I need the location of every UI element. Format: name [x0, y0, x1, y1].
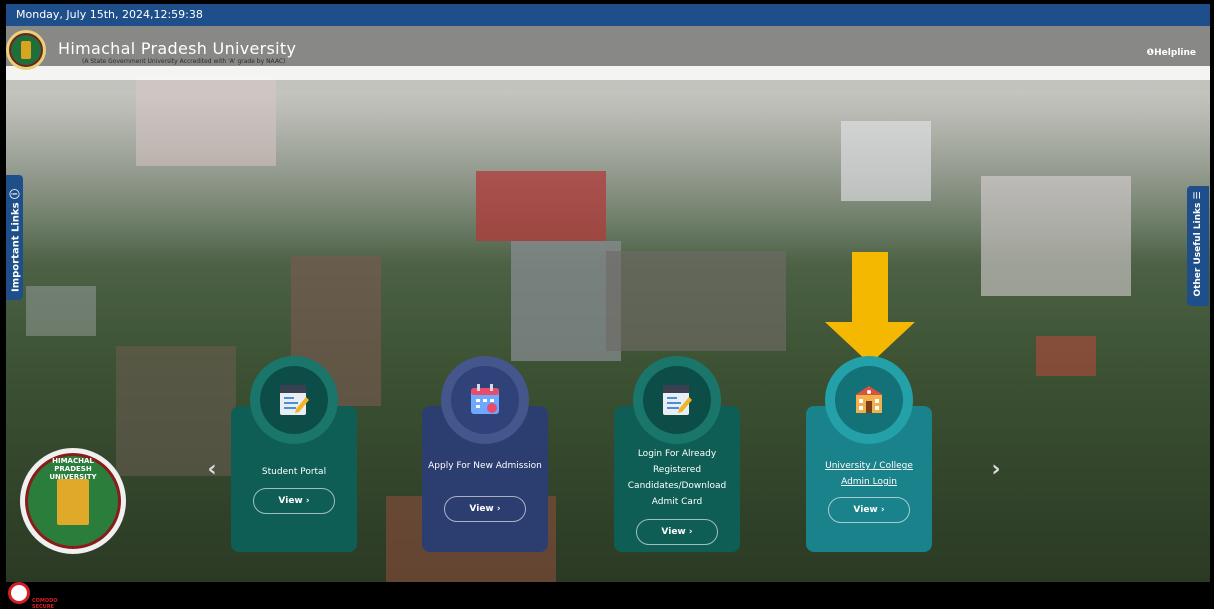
view-button[interactable]: View ›	[828, 497, 910, 523]
hero-background-image	[6, 26, 1210, 582]
current-datetime: Monday, July 15th, 2024,12:59:38	[16, 8, 203, 21]
card-label: Student Portal	[261, 467, 327, 477]
background-building	[841, 121, 931, 201]
page-root: Monday, July 15th, 2024,12:59:38 Himacha…	[0, 0, 1214, 609]
security-badge-text: COMODO SECURE	[32, 598, 58, 609]
other-useful-links-label: Other Useful Links ☰	[1193, 191, 1203, 297]
header-subtitle-strip	[6, 66, 1210, 80]
card-icon-bg	[260, 366, 328, 434]
university-logo[interactable]	[6, 30, 46, 70]
card-icon-bg	[643, 366, 711, 434]
carousel-prev-arrow[interactable]: ‹	[202, 458, 222, 482]
card-label: Apply For New Admission	[428, 461, 542, 471]
background-building	[136, 76, 276, 166]
exam-sheet-icon	[663, 385, 692, 415]
card-apply-new-admission[interactable]: Apply For New Admission View ›	[422, 356, 548, 552]
emblem-trident-icon	[57, 479, 89, 525]
view-button[interactable]: View ›	[253, 488, 335, 514]
card-icon-ring	[441, 356, 529, 444]
comodo-secure-badge[interactable]: COMODO SECURE	[6, 582, 58, 609]
background-building	[476, 171, 606, 241]
background-building	[116, 346, 236, 476]
card-icon-ring	[250, 356, 338, 444]
card-student-portal[interactable]: Student Portal View ›	[231, 356, 357, 552]
site-title[interactable]: Himachal Pradesh University	[58, 39, 296, 58]
card-login-registered-candidates[interactable]: Login For Already Registered Candidates/…	[614, 356, 740, 552]
important-links-tab[interactable]: Important Links ⓘ	[6, 175, 23, 300]
exam-sheet-icon	[280, 385, 309, 415]
important-links-label: Important Links ⓘ	[10, 189, 22, 293]
card-university-college-admin-login[interactable]: University / College Admin Login View ›	[806, 356, 932, 552]
university-emblem: HIMACHAL PRADESH UNIVERSITY	[20, 448, 126, 554]
site-header: Himachal Pradesh University (A State Gov…	[6, 26, 1210, 80]
carousel-next-arrow[interactable]: ›	[986, 458, 1006, 482]
background-building	[26, 286, 96, 336]
highlight-arrow-icon	[825, 252, 915, 364]
site-subtitle: (A State Government University Accredite…	[82, 58, 286, 65]
card-label-link[interactable]: University / College Admin Login	[812, 458, 926, 490]
background-building	[606, 251, 786, 351]
view-button[interactable]: View ›	[636, 519, 718, 545]
footer-bar	[6, 582, 1210, 609]
datetime-bar: Monday, July 15th, 2024,12:59:38	[6, 4, 1210, 26]
card-label: Login For Already Registered Candidates/…	[627, 449, 727, 507]
padlock-icon	[8, 582, 30, 604]
background-building	[981, 176, 1131, 296]
other-useful-links-tab[interactable]: Other Useful Links ☰	[1187, 186, 1209, 306]
school-building-icon	[855, 386, 883, 413]
card-icon-ring	[825, 356, 913, 444]
card-icon-bg	[451, 366, 519, 434]
card-icon-bg	[835, 366, 903, 434]
view-button[interactable]: View ›	[444, 496, 526, 522]
background-building	[1036, 336, 1096, 376]
background-building	[511, 241, 621, 361]
helpline-link[interactable]: ❶Helpline	[1147, 48, 1196, 58]
emblem-text: HIMACHAL PRADESH UNIVERSITY	[49, 457, 97, 481]
card-icon-ring	[633, 356, 721, 444]
calendar-icon	[471, 384, 499, 414]
